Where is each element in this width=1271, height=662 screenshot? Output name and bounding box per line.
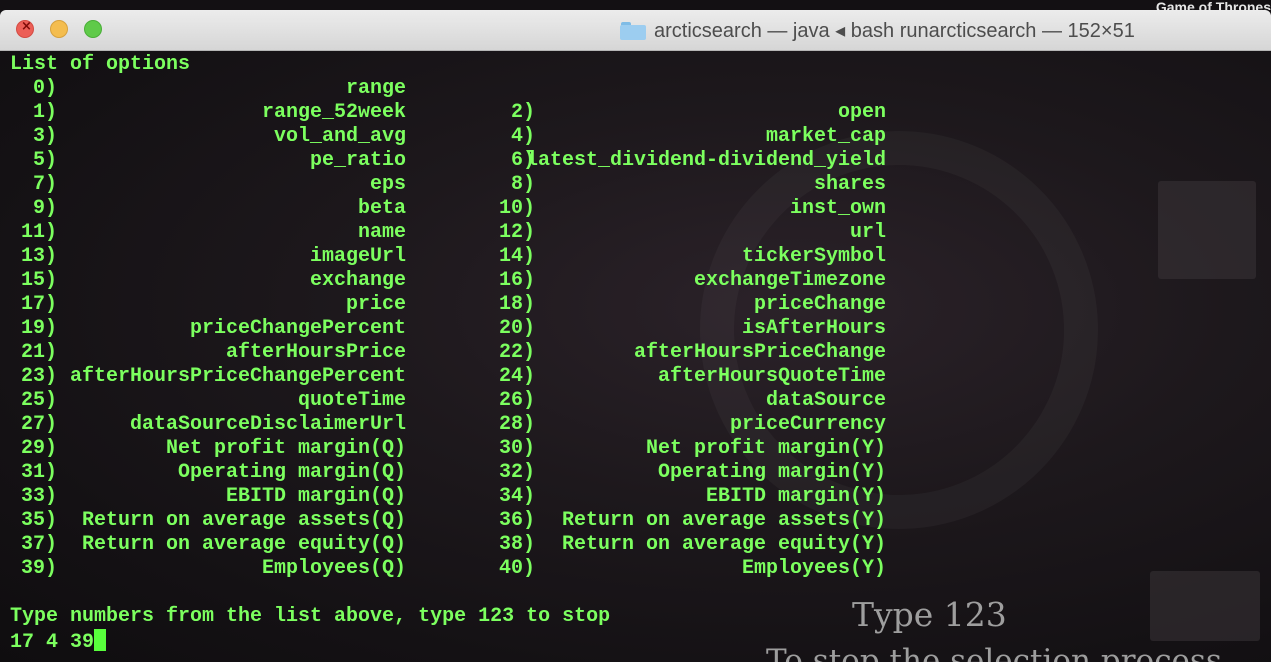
minimize-window-button[interactable] bbox=[50, 20, 68, 38]
list-heading: List of options bbox=[10, 53, 191, 76]
option-number: 34) bbox=[498, 485, 535, 508]
option-number: 38) bbox=[498, 533, 535, 556]
option-number: 22) bbox=[498, 341, 535, 364]
option-item: 36) Return on average assets(Y) bbox=[0, 509, 1271, 533]
option-label: inst_own bbox=[789, 197, 886, 220]
option-label: Operating margin(Y) bbox=[657, 461, 886, 484]
option-item: 8) shares bbox=[0, 173, 1271, 197]
option-number: 32) bbox=[498, 461, 535, 484]
close-window-button[interactable] bbox=[16, 19, 34, 38]
option-label: open bbox=[837, 101, 886, 124]
option-item: 18) priceChange bbox=[0, 293, 1271, 317]
option-item: 32) Operating margin(Y) bbox=[0, 461, 1271, 485]
text-cursor bbox=[94, 629, 107, 651]
option-number: 24) bbox=[498, 365, 535, 388]
option-item: 22) afterHoursPriceChange bbox=[0, 341, 1271, 365]
option-label: priceChange bbox=[753, 293, 886, 316]
window-title-text: arcticsearch — java ◂ bash runarcticsear… bbox=[654, 20, 1135, 42]
video-watermark-block bbox=[1150, 571, 1260, 641]
video-caption-sub: To stop the selection process bbox=[766, 643, 1222, 662]
option-item: 12) url bbox=[0, 221, 1271, 245]
option-number: 26) bbox=[498, 389, 535, 412]
option-label: url bbox=[849, 221, 886, 244]
option-item: 38) Return on average equity(Y) bbox=[0, 533, 1271, 557]
option-item: 0) range bbox=[0, 77, 1271, 101]
prompt-text: Type numbers from the list above, type 1… bbox=[10, 605, 611, 628]
option-number: 16) bbox=[498, 269, 535, 292]
option-item: 26) dataSource bbox=[0, 389, 1271, 413]
option-label: EBITD margin(Y) bbox=[705, 485, 886, 508]
option-label: market_cap bbox=[765, 125, 886, 148]
option-item: 14) tickerSymbol bbox=[0, 245, 1271, 269]
option-number: 4) bbox=[510, 125, 535, 148]
option-number: 20) bbox=[498, 317, 535, 340]
typed-input: 17 4 39 bbox=[10, 631, 95, 654]
option-label: Net profit margin(Y) bbox=[645, 437, 886, 460]
option-label: dataSource bbox=[765, 389, 886, 412]
option-item: 28) priceCurrency bbox=[0, 413, 1271, 437]
option-label: Employees(Y) bbox=[741, 557, 886, 580]
option-item: 24) afterHoursQuoteTime bbox=[0, 365, 1271, 389]
option-label: Return on average assets(Y) bbox=[561, 509, 886, 532]
option-number: 40) bbox=[498, 557, 535, 580]
option-number: 28) bbox=[498, 413, 535, 436]
option-label: tickerSymbol bbox=[741, 245, 886, 268]
option-item: 30) Net profit margin(Y) bbox=[0, 437, 1271, 461]
option-label: range bbox=[345, 77, 406, 100]
folder-icon bbox=[620, 22, 646, 40]
zoom-window-button[interactable] bbox=[84, 20, 102, 38]
option-number: 36) bbox=[498, 509, 535, 532]
option-number: 18) bbox=[498, 293, 535, 316]
window-titlebar[interactable]: arcticsearch — java ◂ bash runarcticsear… bbox=[0, 10, 1271, 51]
option-item: 20) isAfterHours bbox=[0, 317, 1271, 341]
option-item: 40) Employees(Y) bbox=[0, 557, 1271, 581]
option-label: afterHoursPriceChange bbox=[633, 341, 886, 364]
option-item: 16) exchangeTimezone bbox=[0, 269, 1271, 293]
option-item: 4) market_cap bbox=[0, 125, 1271, 149]
option-item: 6) latest_dividend-dividend_yield bbox=[0, 149, 1271, 173]
option-label: exchangeTimezone bbox=[693, 269, 886, 292]
window-title: arcticsearch — java ◂ bash runarcticsear… bbox=[620, 18, 1135, 43]
option-number: 2) bbox=[510, 101, 535, 124]
option-label: Return on average equity(Y) bbox=[561, 533, 886, 556]
option-label: priceCurrency bbox=[729, 413, 886, 436]
option-item: 10) inst_own bbox=[0, 197, 1271, 221]
option-number: 10) bbox=[498, 197, 535, 220]
option-number: 8) bbox=[510, 173, 535, 196]
option-label: isAfterHours bbox=[741, 317, 886, 340]
command-input-line[interactable]: 17 4 39 bbox=[10, 629, 107, 654]
option-label: shares bbox=[813, 173, 886, 196]
option-label: latest_dividend-dividend_yield bbox=[525, 149, 886, 172]
option-number: 0) bbox=[32, 77, 57, 100]
option-number: 12) bbox=[498, 221, 535, 244]
option-item: 2) open bbox=[0, 101, 1271, 125]
background-window-title: Game of Thrones bbox=[1155, 0, 1271, 10]
terminal-content[interactable]: List of options 0) range 1) range_52week 2) o… bbox=[0, 51, 1271, 662]
video-caption-main: Type 123 bbox=[852, 595, 1007, 634]
option-number: 30) bbox=[498, 437, 535, 460]
option-label: afterHoursQuoteTime bbox=[657, 365, 886, 388]
option-item: 34) EBITD margin(Y) bbox=[0, 485, 1271, 509]
option-number: 14) bbox=[498, 245, 535, 268]
